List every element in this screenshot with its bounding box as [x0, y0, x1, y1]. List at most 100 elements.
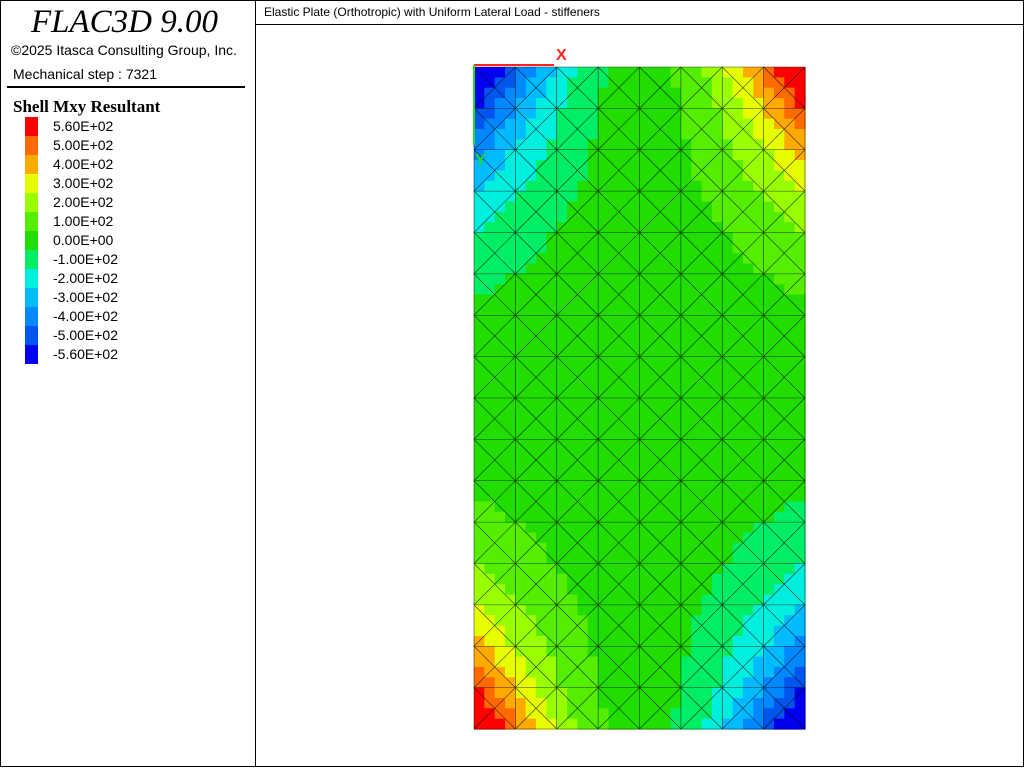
contour-cell — [773, 222, 785, 234]
contour-cell — [753, 87, 765, 99]
contour-cell — [763, 470, 775, 482]
contour-cell — [660, 398, 672, 409]
contour-cell — [598, 470, 610, 482]
contour-cell — [660, 304, 672, 316]
contour-cell — [577, 315, 589, 327]
contour-cell — [556, 470, 568, 482]
contour-cell — [474, 222, 485, 234]
contour-cell — [784, 273, 796, 285]
contour-cell — [732, 294, 744, 306]
contour-cell — [587, 191, 599, 203]
contour-cell — [556, 98, 568, 109]
contour-cell — [515, 491, 527, 503]
contour-cell — [773, 346, 785, 358]
contour-cell — [556, 335, 568, 347]
contour-cell — [680, 542, 692, 554]
contour-cell — [649, 387, 661, 399]
contour-cell — [701, 718, 713, 730]
contour-cell — [742, 615, 754, 627]
contour-cell — [587, 501, 599, 513]
contour-cell — [608, 67, 620, 78]
contour-cell — [670, 118, 682, 130]
contour-cell — [732, 67, 744, 78]
contour-cell — [629, 325, 641, 337]
contour-cell — [494, 160, 506, 172]
contour-cell — [691, 108, 703, 120]
contour-cell — [587, 294, 599, 306]
contour-cell — [784, 387, 796, 399]
contour-cell — [670, 242, 682, 254]
contour-cell — [753, 108, 765, 120]
contour-plot[interactable]: XY — [256, 1, 1023, 766]
contour-cell — [784, 356, 796, 368]
contour-cell — [670, 201, 682, 213]
contour-cell — [577, 263, 589, 275]
contour-cell — [546, 563, 558, 575]
contour-cell — [525, 501, 537, 513]
contour-cell — [742, 718, 754, 730]
contour-cell — [546, 615, 558, 627]
contour-cell — [546, 584, 558, 596]
contour-cell — [474, 666, 485, 678]
contour-cell — [639, 501, 651, 513]
contour-cell — [474, 118, 485, 130]
contour-cell — [618, 522, 630, 534]
contour-cell — [722, 553, 734, 565]
contour-cell — [639, 656, 651, 668]
contour-cell — [505, 149, 516, 161]
contour-cell — [598, 294, 610, 306]
contour-cell — [680, 335, 692, 347]
contour-cell — [753, 232, 765, 244]
contour-cell — [773, 708, 785, 720]
contour-cell — [515, 501, 527, 513]
contour-cell — [598, 387, 610, 399]
contour-cell — [556, 129, 568, 140]
model-viewport[interactable]: Elastic Plate (Orthotropic) with Uniform… — [255, 0, 1024, 767]
contour-cell — [474, 542, 485, 554]
contour-cell — [639, 573, 651, 585]
contour-cell — [556, 708, 568, 720]
contour-cell — [536, 315, 547, 327]
contour-cell — [494, 615, 506, 627]
contour-cell — [629, 656, 641, 668]
contour-cell — [525, 677, 537, 689]
contour-cell — [711, 687, 723, 699]
contour-cell — [701, 325, 713, 337]
contour-cell — [567, 666, 579, 678]
contour-cell — [567, 718, 579, 730]
contour-cell — [598, 222, 610, 234]
contour-cell — [784, 149, 796, 161]
contour-cell — [577, 553, 589, 565]
contour-cell — [784, 470, 796, 482]
contour-cell — [525, 429, 537, 440]
contour-cell — [711, 77, 723, 89]
contour-cell — [639, 418, 651, 430]
contour-cell — [577, 718, 589, 730]
contour-cell — [691, 139, 703, 151]
contour-cell — [515, 304, 527, 316]
contour-cell — [618, 677, 630, 689]
contour-cell — [670, 418, 682, 430]
contour-cell — [567, 398, 579, 409]
contour-cell — [577, 356, 589, 368]
contour-cell — [660, 191, 672, 203]
contour-cell — [753, 67, 765, 78]
contour-cell — [556, 449, 568, 461]
contour-cell — [701, 315, 713, 327]
contour-cell — [618, 356, 630, 368]
contour-cell — [567, 211, 579, 223]
contour-cell — [753, 625, 765, 637]
contour-cell — [494, 429, 506, 440]
contour-cell — [608, 501, 620, 513]
contour-cell — [515, 201, 527, 213]
contour-cell — [494, 387, 506, 399]
contour-cell — [784, 346, 796, 358]
contour-cell — [639, 594, 651, 606]
contour-cell — [546, 366, 558, 378]
contour-cell — [773, 687, 785, 699]
contour-cell — [784, 718, 796, 730]
contour-cell — [691, 553, 703, 565]
contour-cell — [484, 687, 496, 699]
contour-cell — [701, 201, 713, 213]
contour-cell — [598, 263, 610, 275]
